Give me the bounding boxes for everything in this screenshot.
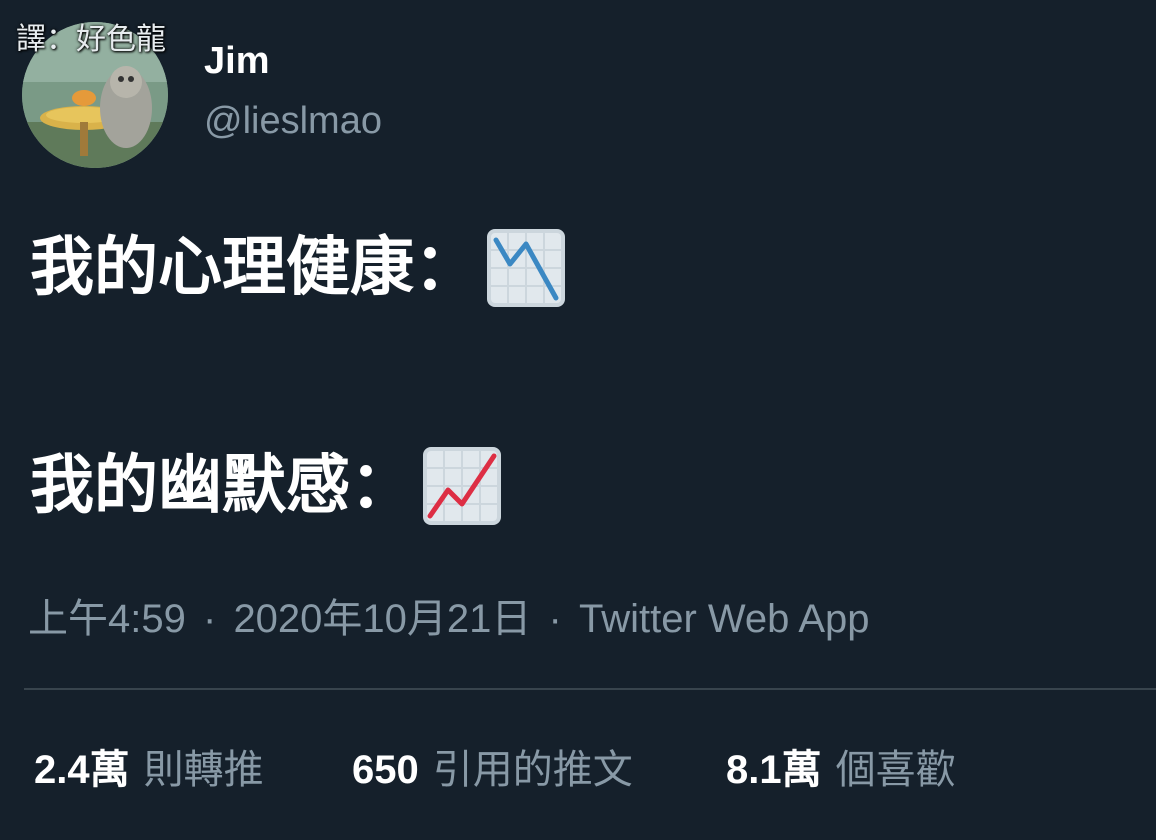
likes-label: 個喜歡 (835, 747, 956, 793)
tweet-stats: 2.4萬 則轉推 650 引用的推文 8.1萬 個喜歡 (0, 742, 1156, 802)
tweet-text-mental-health: 我的心理健康： (30, 231, 478, 305)
chart-decreasing-icon (487, 229, 565, 307)
quotes-count: 650 (352, 748, 419, 792)
tweet-metadata: 上午4:59 · 2020年10月21日 · Twitter Web App (28, 586, 870, 644)
display-name[interactable]: Jim (204, 40, 269, 83)
tweet-text-line-1: 我的心理健康： (30, 228, 566, 308)
divider (24, 688, 1156, 690)
quotes-label: 引用的推文 (432, 747, 633, 793)
tweet-source[interactable]: Twitter Web App (579, 597, 870, 641)
tweet-text-humor: 我的幽默感： (30, 449, 414, 523)
retweets-count: 2.4萬 (34, 748, 130, 792)
likes-stat[interactable]: 8.1萬 個喜歡 (726, 742, 956, 798)
tweet-text-line-2: 我的幽默感： (30, 446, 502, 526)
translator-watermark: 譯：好色龍 (16, 22, 166, 57)
retweets-label: 則轉推 (143, 747, 264, 793)
meta-separator-1: · (202, 597, 217, 641)
quotes-stat[interactable]: 650 引用的推文 (352, 742, 633, 798)
chart-increasing-icon (423, 447, 501, 525)
meta-separator-2: · (548, 597, 562, 641)
retweets-stat[interactable]: 2.4萬 則轉推 (34, 742, 264, 798)
tweet-time[interactable]: 上午4:59 (28, 597, 186, 641)
tweet-date[interactable]: 2020年10月21日 (233, 597, 531, 641)
likes-count: 8.1萬 (726, 748, 822, 792)
user-handle[interactable]: @lieslmao (204, 100, 382, 143)
